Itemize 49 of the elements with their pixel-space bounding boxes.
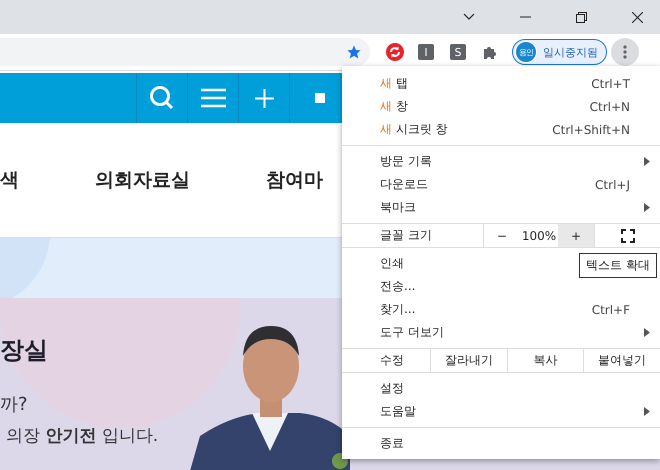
- tooltip: 텍스트 확대: [579, 253, 657, 278]
- menu-item[interactable]: 찾기...: [380, 301, 416, 318]
- shortcut-label: Ctrl+Shift+N: [552, 122, 630, 136]
- menu-item[interactable]: 새 창: [380, 98, 408, 115]
- extension-button[interactable]: S: [450, 44, 466, 60]
- menu-label: 수정: [379, 352, 405, 369]
- menu-item[interactable]: 새 탭: [380, 75, 408, 92]
- profile-button[interactable]: 용인 일시중지됨: [512, 39, 607, 65]
- menu-icon: [200, 88, 226, 108]
- profile-label: 일시중지됨: [543, 44, 598, 60]
- more-icon[interactable]: [623, 45, 627, 59]
- hero-question: 까?: [0, 393, 28, 416]
- menu-item[interactable]: 북마크: [380, 199, 416, 216]
- nav-link[interactable]: 색: [0, 167, 19, 193]
- menu-item[interactable]: 종료: [380, 435, 404, 452]
- menu-item[interactable]: 도구 더보기: [380, 324, 444, 341]
- more-button[interactable]: [611, 38, 639, 66]
- extension-button[interactable]: I: [418, 44, 434, 60]
- menu-item[interactable]: 인쇄: [380, 255, 404, 272]
- menu-item[interactable]: 전송...: [380, 278, 416, 295]
- square-icon: [315, 93, 325, 103]
- shortcut-label: Ctrl+T: [591, 76, 630, 90]
- menu-item[interactable]: 설정: [380, 380, 404, 397]
- minimize-icon[interactable]: [520, 16, 531, 18]
- avatar: 용인: [515, 41, 537, 63]
- search-icon: [149, 85, 175, 111]
- chevron-down-icon[interactable]: [463, 13, 475, 21]
- zoom-button[interactable]: +: [558, 224, 594, 247]
- close-icon[interactable]: [632, 12, 643, 22]
- sync-icon[interactable]: [386, 43, 404, 61]
- plus-icon: [254, 88, 274, 108]
- menu-item[interactable]: 다운로드: [380, 176, 428, 193]
- zoom-value: 100%: [520, 228, 558, 244]
- hero-title: 장실: [0, 335, 48, 366]
- puzzle-icon[interactable]: [482, 44, 498, 60]
- nav-link[interactable]: 참여마: [266, 167, 323, 193]
- menu-item[interactable]: 도움말: [380, 403, 416, 420]
- zoom-button[interactable]: −: [484, 224, 520, 247]
- menu-item[interactable]: 새 시크릿 창: [380, 121, 448, 138]
- restore-icon[interactable]: [576, 12, 587, 22]
- menu-label: 글꼴 크기: [379, 227, 433, 244]
- shortcut-label: Ctrl+N: [590, 100, 630, 114]
- shortcut-label: Ctrl+J: [595, 178, 630, 192]
- nav-link[interactable]: 의회자료실: [95, 167, 190, 193]
- star-icon[interactable]: [346, 44, 362, 60]
- hero-greeting: 의장 안기전 입니다.: [6, 425, 158, 447]
- fullscreen-icon[interactable]: [620, 228, 634, 242]
- menu-item[interactable]: 방문 기록: [380, 153, 432, 170]
- shortcut-label: Ctrl+F: [592, 302, 630, 316]
